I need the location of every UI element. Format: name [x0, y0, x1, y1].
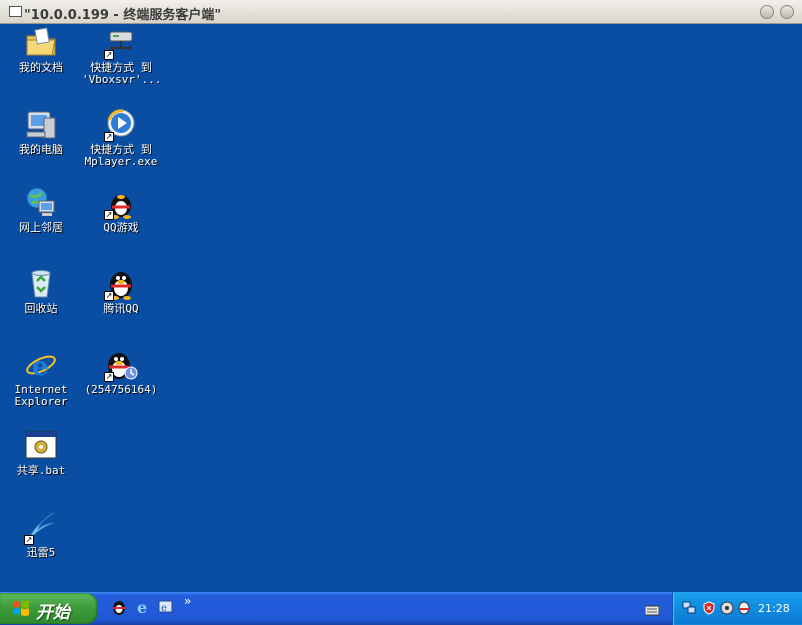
taskbar: 开始 e e » 21:28 — [0, 592, 802, 625]
qq-account-icon: ↗ — [104, 348, 138, 382]
svg-text:e: e — [137, 598, 147, 616]
clock[interactable]: 21:28 — [758, 602, 790, 615]
qq-tray-icon[interactable] — [737, 600, 751, 615]
keyboard-language-icon[interactable] — [644, 601, 660, 616]
icon-label: QQ游戏 — [103, 221, 139, 234]
desktop-icon-my-computer[interactable]: 我的电脑 — [2, 108, 80, 156]
network-tray-icon[interactable] — [682, 600, 696, 614]
thunder-icon: ↗ — [24, 511, 58, 545]
desktop-icon-thunder[interactable]: ↗ 迅雷5 — [2, 511, 80, 559]
start-label: 开始 — [36, 603, 70, 623]
icon-label: 网上邻居 — [19, 221, 63, 234]
desktop-icon-internet-explorer[interactable]: e Internet Explorer — [2, 348, 80, 408]
shortcut-arrow-icon: ↗ — [104, 132, 114, 142]
desktop-icon-qq-game[interactable]: ↗ QQ游戏 — [82, 186, 160, 234]
icon-label: 共享.bat — [16, 464, 66, 477]
desktop-icon-recycle-bin[interactable]: 回收站 — [2, 267, 80, 315]
shortcut-arrow-icon: ↗ — [104, 210, 114, 220]
quicklaunch-internet-explorer-icon[interactable]: e — [134, 598, 152, 617]
network-places-icon — [24, 186, 58, 220]
icon-label: (254756164) — [84, 383, 158, 396]
icon-label: 我的文档 — [19, 61, 63, 74]
shortcut-arrow-icon: ↗ — [24, 535, 34, 545]
desktop-icon-my-documents[interactable]: 我的文档 — [2, 26, 80, 74]
qq-penguin-icon: ↗ — [104, 267, 138, 301]
icon-label: 快捷方式 到 Mplayer.exe — [84, 143, 158, 168]
desktop-icon-network-places[interactable]: 网上邻居 — [2, 186, 80, 234]
icon-label: 快捷方式 到 'Vboxsvr'... — [82, 61, 162, 86]
shortcut-arrow-icon: ↗ — [104, 291, 114, 301]
desktop-icon-tencent-qq[interactable]: ↗ 腾讯QQ — [82, 267, 160, 315]
window-icon — [9, 6, 22, 17]
svg-text:e: e — [32, 352, 49, 382]
icon-label: Internet Explorer — [14, 383, 68, 408]
media-player-shortcut-icon: ↗ — [104, 108, 138, 142]
minimize-button[interactable] — [760, 5, 774, 19]
shortcut-arrow-icon: ↗ — [104, 372, 114, 382]
my-documents-icon — [24, 26, 58, 60]
desktop-icon-share-bat[interactable]: 共享.bat — [2, 429, 80, 477]
internet-explorer-icon: e — [24, 348, 58, 382]
volume-tray-icon[interactable] — [720, 600, 734, 615]
icon-label: 迅雷5 — [26, 546, 56, 559]
batch-file-icon — [24, 429, 58, 463]
windows-flag-icon — [12, 600, 30, 617]
shortcut-arrow-icon: ↗ — [104, 50, 114, 60]
quicklaunch-qq-game-icon[interactable] — [110, 598, 128, 616]
my-computer-icon — [24, 108, 58, 142]
desktop-icon-vboxsvr-shortcut[interactable]: ↗ 快捷方式 到 'Vboxsvr'... — [82, 26, 162, 86]
desktop-icon-qq-account[interactable]: ↗ (254756164) — [82, 348, 160, 396]
window-title: "10.0.0.199 - 终端服务客户端" — [24, 8, 222, 23]
icon-label: 回收站 — [24, 302, 58, 315]
icon-label: 我的电脑 — [19, 143, 63, 156]
svg-text:e: e — [161, 603, 167, 614]
quicklaunch-show-desktop-icon[interactable]: e — [157, 598, 175, 616]
window-title-bar[interactable]: "10.0.0.199 - 终端服务客户端" — [0, 0, 802, 24]
start-button[interactable]: 开始 — [0, 593, 98, 624]
close-button[interactable] — [780, 5, 794, 19]
recycle-bin-icon — [24, 267, 58, 301]
desktop[interactable]: 我的文档 我的电脑 网上邻居 回收站 e Internet Explorer 共… — [0, 24, 802, 592]
icon-label: 腾讯QQ — [103, 302, 139, 315]
desktop-icon-mplayer-shortcut[interactable]: ↗ 快捷方式 到 Mplayer.exe — [82, 108, 160, 168]
qq-game-icon: ↗ — [104, 186, 138, 220]
security-shield-tray-icon[interactable] — [702, 600, 716, 615]
quicklaunch-chevron[interactable]: » — [184, 594, 191, 608]
network-drive-shortcut-icon: ↗ — [104, 26, 138, 60]
